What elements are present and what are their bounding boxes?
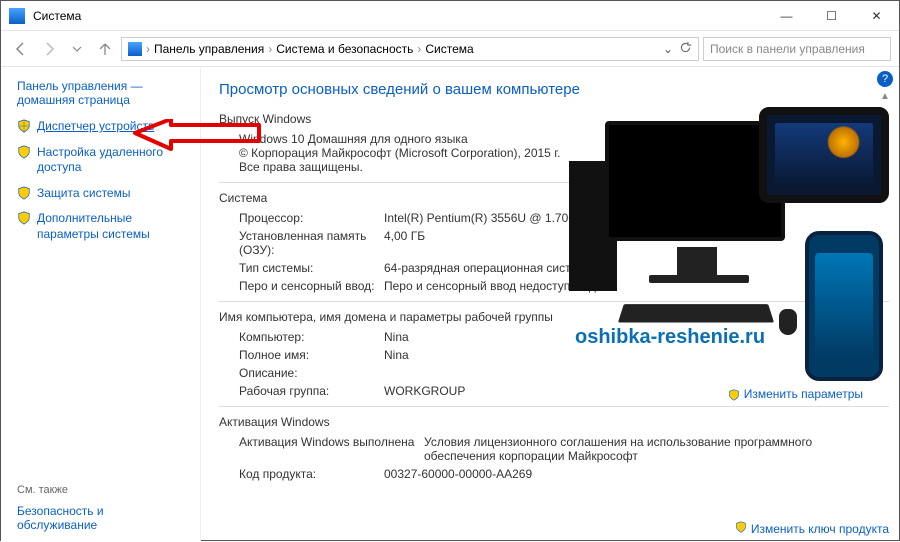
address-bar[interactable]: › Панель управления › Система и безопасн… — [121, 37, 699, 61]
change-settings-text: Изменить параметры — [744, 387, 863, 401]
recent-button[interactable] — [65, 37, 89, 61]
fullname-label: Полное имя: — [239, 348, 384, 362]
chevron-right-icon: › — [146, 42, 150, 56]
shield-icon — [728, 389, 740, 401]
crumb-system[interactable]: Система — [425, 42, 473, 56]
shield-icon — [735, 522, 750, 536]
workgroup-label: Рабочая группа: — [239, 384, 384, 398]
sidebar-item-label: Диспетчер устройств — [37, 119, 154, 135]
sidebar-item-label: Настройка удаленного доступа — [37, 145, 194, 176]
sidebar-item-device-manager[interactable]: Диспетчер устройств — [17, 119, 194, 135]
systype-value: 64-разрядная операционная система, — [384, 261, 889, 275]
search-input[interactable]: Поиск в панели управления — [703, 37, 891, 61]
shield-icon — [17, 145, 31, 159]
chevron-right-icon: › — [268, 42, 272, 56]
see-also-link-security[interactable]: Безопасность и обслуживание — [17, 504, 187, 532]
ram-value: 4,00 ГБ — [384, 229, 889, 257]
back-button[interactable] — [9, 37, 33, 61]
cpu-value: Intel(R) Pentium(R) 3556U @ 1.70GHz 1 — [384, 211, 889, 225]
app-icon — [9, 8, 25, 24]
change-key-text: Изменить ключ продукта — [751, 522, 889, 536]
change-settings-link[interactable]: Изменить параметры — [728, 387, 863, 401]
main-panel: Просмотр основных сведений о вашем компь… — [201, 67, 899, 542]
location-icon — [128, 42, 142, 56]
scroll-up-icon[interactable]: ▲ — [880, 91, 890, 102]
right-rail: ? ▲ — [877, 71, 893, 102]
shield-icon — [17, 211, 31, 225]
pen-value: Перо и сенсорный ввод недоступны д — [384, 279, 889, 293]
shield-icon — [17, 186, 31, 200]
window-controls: — ☐ ✕ — [764, 1, 899, 30]
sidebar-item-advanced[interactable]: Дополнительные параметры системы — [17, 211, 194, 242]
desc-value — [384, 366, 889, 380]
address-bar-tools: ⌄ — [657, 41, 692, 57]
license-terms-link[interactable]: Условия лицензионного соглашения на испо… — [424, 435, 854, 463]
page-heading: Просмотр основных сведений о вашем компь… — [219, 81, 889, 98]
refresh-icon[interactable] — [679, 41, 692, 57]
sidebar-item-protection[interactable]: Защита системы — [17, 186, 194, 202]
window-title: Система — [33, 9, 764, 23]
up-button[interactable] — [93, 37, 117, 61]
sidebar-item-label: Защита системы — [37, 186, 130, 202]
maximize-button[interactable]: ☐ — [809, 1, 854, 30]
sidebar: Панель управления — домашняя страница Ди… — [1, 67, 201, 542]
content-area: Панель управления — домашняя страница Ди… — [1, 67, 899, 542]
edition-name: Windows 10 Домашняя для одного языка — [239, 132, 889, 146]
computer-value: Nina — [384, 330, 889, 344]
crumb-system-security[interactable]: Система и безопасность — [276, 42, 413, 56]
see-also-heading: См. также — [17, 484, 187, 496]
see-also: См. также Безопасность и обслуживание — [17, 484, 187, 538]
change-product-key-link[interactable]: Изменить ключ продукта — [735, 521, 889, 536]
nav-bar: › Панель управления › Система и безопасн… — [1, 31, 899, 67]
desc-label: Описание: — [239, 366, 384, 380]
close-button[interactable]: ✕ — [854, 1, 899, 30]
cpu-label: Процессор: — [239, 211, 384, 225]
shield-icon — [17, 119, 31, 133]
product-key-value: 00327-60000-00000-AA269 — [384, 467, 889, 481]
product-key-label: Код продукта: — [239, 467, 384, 481]
help-icon[interactable]: ? — [877, 71, 893, 87]
sidebar-item-label: Дополнительные параметры системы — [37, 211, 194, 242]
section-computer-name: Имя компьютера, имя домена и параметры р… — [219, 310, 889, 324]
forward-button[interactable] — [37, 37, 61, 61]
section-windows-edition: Выпуск Windows — [219, 112, 889, 126]
sidebar-item-remote[interactable]: Настройка удаленного доступа — [17, 145, 194, 176]
fullname-value: Nina — [384, 348, 889, 362]
search-placeholder: Поиск в панели управления — [710, 42, 865, 56]
copyright-text: © Корпорация Майкрософт (Microsoft Corpo… — [239, 146, 569, 174]
systype-label: Тип системы: — [239, 261, 384, 275]
activation-status: Активация Windows выполнена — [239, 435, 424, 463]
minimize-button[interactable]: — — [764, 1, 809, 30]
computer-label: Компьютер: — [239, 330, 384, 344]
ram-label: Установленная память (ОЗУ): — [239, 229, 384, 257]
section-activation: Активация Windows — [219, 415, 889, 429]
chevron-right-icon: › — [417, 42, 421, 56]
pen-label: Перо и сенсорный ввод: — [239, 279, 384, 293]
title-bar: Система — ☐ ✕ — [1, 1, 899, 31]
crumb-control-panel[interactable]: Панель управления — [154, 42, 264, 56]
control-panel-home-link[interactable]: Панель управления — домашняя страница — [17, 79, 194, 107]
chevron-down-icon[interactable]: ⌄ — [663, 42, 673, 56]
section-system: Система — [219, 191, 889, 205]
